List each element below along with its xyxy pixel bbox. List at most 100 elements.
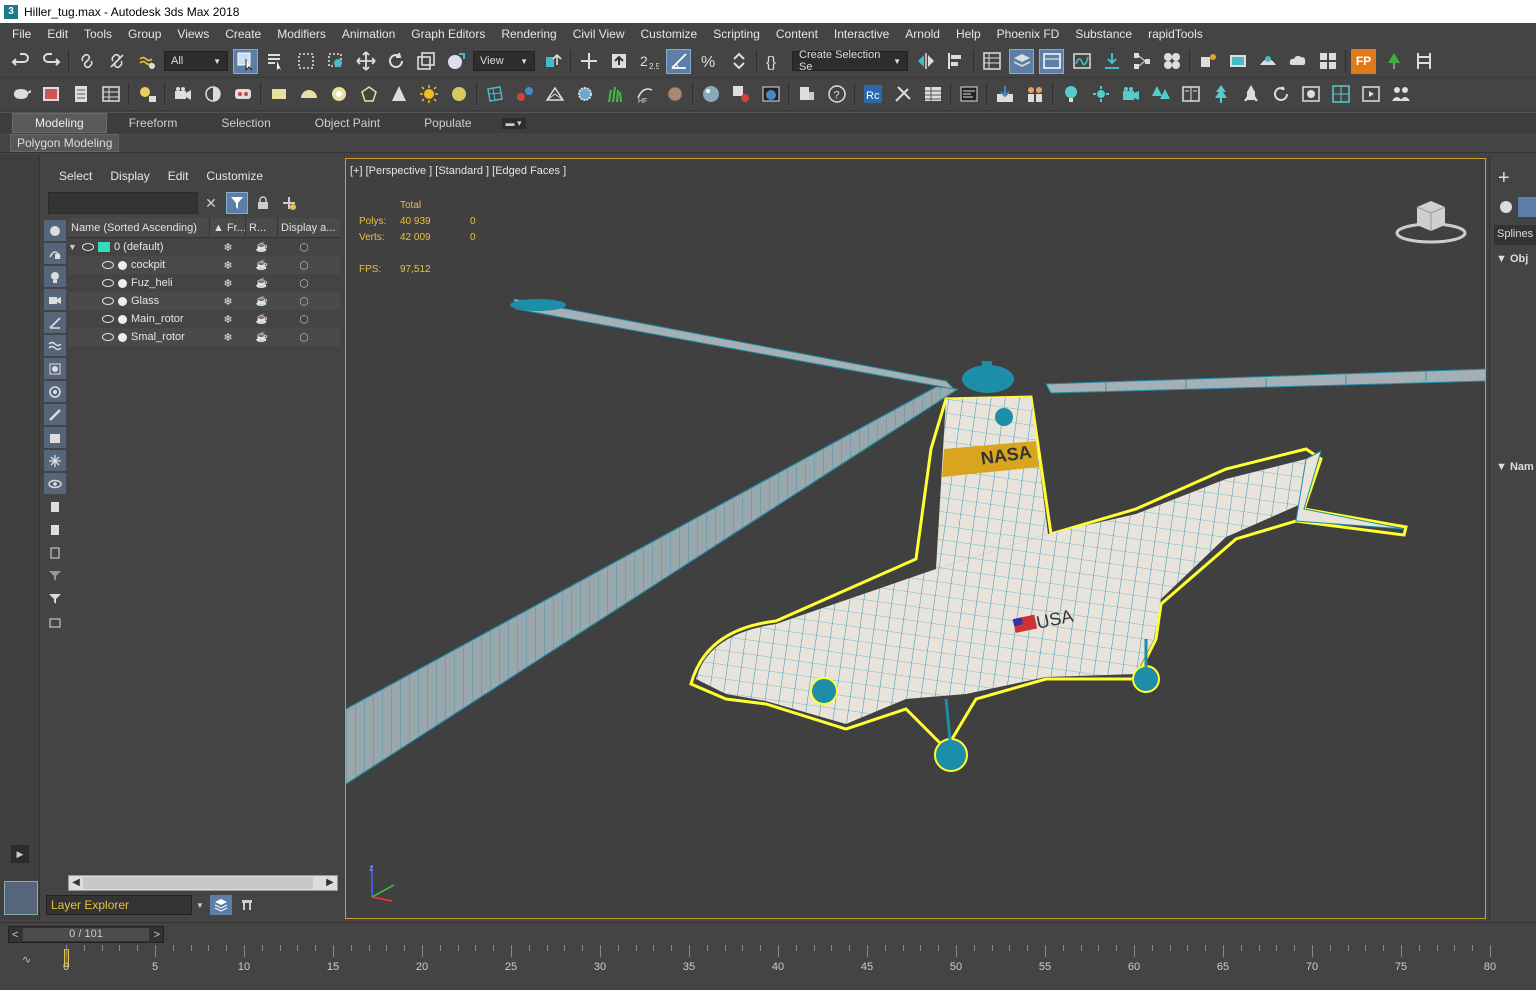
select-manipulate-icon[interactable] — [576, 49, 601, 74]
rotor-hub[interactable] — [962, 361, 1014, 393]
light-lister-icon[interactable] — [134, 82, 159, 107]
toggle-layer-explorer-icon[interactable] — [1009, 48, 1034, 74]
unlink-icon[interactable] — [104, 49, 129, 74]
geometry-category-icon[interactable] — [1500, 201, 1512, 213]
3ds-max-app-icon[interactable]: 3 — [4, 4, 18, 19]
menu-civil-view[interactable]: Civil View — [565, 27, 633, 41]
list-icon[interactable] — [68, 82, 93, 107]
layer-row-default[interactable]: ▼ 0 (default) ❄ ☕ ⬡ — [68, 238, 340, 256]
render-production-icon[interactable] — [1255, 49, 1280, 74]
helicopter-fuselage[interactable]: NASA USA — [696, 397, 1405, 724]
menu-views[interactable]: Views — [169, 27, 217, 41]
column-renderable[interactable]: R... — [246, 218, 278, 237]
material-sphere-icon[interactable] — [698, 82, 723, 107]
expand-layout-icon[interactable]: ▶ — [11, 845, 29, 863]
horizontal-scrollbar[interactable]: ◀ ▶ — [68, 875, 338, 891]
sphere-primitive-icon[interactable] — [326, 82, 351, 107]
window-crossing-icon[interactable] — [323, 49, 348, 74]
renderable-teapot-icon[interactable]: ☕ — [246, 296, 278, 307]
ribbon-tab-object-paint[interactable]: Object Paint — [293, 114, 402, 132]
filter-funnel-icon[interactable] — [44, 588, 66, 609]
curve-editor-icon[interactable] — [1069, 49, 1094, 74]
envelope-shape-icon[interactable] — [542, 82, 567, 107]
menu-edit[interactable]: Edit — [39, 27, 76, 41]
viewcube-icon[interactable] — [1395, 195, 1467, 245]
display-box-icon[interactable]: ⬡ — [278, 331, 330, 344]
invert-display-icon[interactable] — [44, 542, 66, 563]
ribbon-tab-populate[interactable]: Populate — [402, 114, 493, 132]
render-in-cloud-icon[interactable] — [1285, 49, 1310, 74]
menu-help[interactable]: Help — [948, 27, 989, 41]
name-color-rollout[interactable]: ▼ Nam — [1496, 461, 1534, 473]
rectangular-selection-icon[interactable] — [293, 49, 318, 74]
rocket-icon[interactable] — [1238, 82, 1263, 107]
filter-icon[interactable] — [226, 192, 248, 214]
render-elements-icon[interactable] — [230, 82, 255, 107]
scene-explorer-menu-customize[interactable]: Customize — [197, 169, 272, 185]
menu-substance[interactable]: Substance — [1067, 27, 1140, 41]
display-box-icon[interactable]: ⬡ — [278, 313, 330, 326]
plane-primitive-icon[interactable] — [266, 82, 291, 107]
shapes-category-icon[interactable] — [1518, 197, 1536, 217]
a360-gallery-icon[interactable] — [1315, 49, 1340, 74]
display-shapes-icon[interactable] — [44, 243, 66, 264]
layer-explorer-toggle-icon[interactable] — [210, 895, 232, 915]
cone-primitive-icon[interactable] — [386, 82, 411, 107]
freeze-icon[interactable]: ❄ — [210, 259, 246, 272]
object-type-dropdown[interactable]: Splines — [1494, 225, 1536, 245]
video-camera-icon[interactable] — [1118, 82, 1143, 107]
camera-icon[interactable] — [170, 82, 195, 107]
time-slider[interactable]: < 0 / 101 > — [8, 926, 164, 943]
ribbon-options-icon[interactable]: ▬ ▾ — [501, 117, 526, 129]
object-row[interactable]: cockpit ❄ ☕ ⬡ — [68, 256, 340, 274]
display-groups-icon[interactable] — [44, 358, 66, 379]
explorer-name-field[interactable]: Layer Explorer — [46, 895, 192, 915]
select-move-icon[interactable] — [353, 49, 378, 74]
people-icon[interactable] — [1388, 82, 1413, 107]
clear-search-icon[interactable]: ✕ — [200, 192, 222, 214]
menu-phoenix-fd[interactable]: Phoenix FD — [989, 27, 1068, 41]
select-object-icon[interactable] — [233, 48, 258, 74]
display-containers-icon[interactable] — [44, 427, 66, 448]
object-row[interactable]: Glass ❄ ☕ ⬡ — [68, 292, 340, 310]
spreadsheet-icon[interactable] — [920, 82, 945, 107]
ribbon-tab-freeform[interactable]: Freeform — [107, 114, 200, 132]
scroll-right-icon[interactable]: ▶ — [323, 876, 337, 890]
keyboard-shortcut-override-icon[interactable] — [606, 49, 631, 74]
menu-content[interactable]: Content — [768, 27, 826, 41]
display-all-icon[interactable] — [44, 496, 66, 517]
molecule-icon[interactable] — [512, 82, 537, 107]
select-rotate-icon[interactable] — [383, 49, 408, 74]
menu-rapidtools[interactable]: rapidTools — [1140, 27, 1211, 41]
table-icon[interactable] — [98, 82, 123, 107]
media-player-icon[interactable] — [1358, 82, 1383, 107]
display-xrefs-icon[interactable] — [44, 381, 66, 402]
particle-grid-icon[interactable] — [482, 82, 507, 107]
gear-icon[interactable] — [572, 82, 597, 107]
tools-icon[interactable] — [890, 82, 915, 107]
dope-sheet-icon[interactable] — [1099, 49, 1124, 74]
refresh-icon[interactable] — [1268, 82, 1293, 107]
renderable-teapot-icon[interactable]: ☕ — [246, 314, 278, 325]
render-setup-icon[interactable] — [1195, 49, 1220, 74]
spinner-snap-icon[interactable] — [726, 49, 751, 74]
visibility-eye-icon[interactable] — [102, 333, 114, 341]
select-by-name-icon[interactable] — [263, 49, 288, 74]
bind-spacewarp-icon[interactable] — [134, 49, 159, 74]
freeze-icon[interactable]: ❄ — [210, 313, 246, 326]
menu-tools[interactable]: Tools — [76, 27, 120, 41]
display-geometry-icon[interactable] — [44, 220, 66, 241]
frame-icon[interactable] — [1328, 82, 1353, 107]
object-row[interactable]: Main_rotor ❄ ☕ ⬡ — [68, 310, 340, 328]
freeze-icon[interactable]: ❄ — [210, 331, 246, 344]
key-curve-icon[interactable]: ∿ — [22, 953, 31, 966]
schematic-view-icon[interactable] — [1129, 49, 1154, 74]
visibility-eye-icon[interactable] — [102, 315, 114, 323]
grass-icon[interactable] — [602, 82, 627, 107]
freeze-icon[interactable]: ❄ — [210, 295, 246, 308]
time-slider-next[interactable]: > — [151, 929, 163, 941]
percent-snap-icon[interactable]: % — [696, 49, 721, 74]
freeze-icon[interactable]: ❄ — [210, 241, 246, 254]
texture-ball-icon[interactable] — [662, 82, 687, 107]
import-icon[interactable] — [992, 82, 1017, 107]
